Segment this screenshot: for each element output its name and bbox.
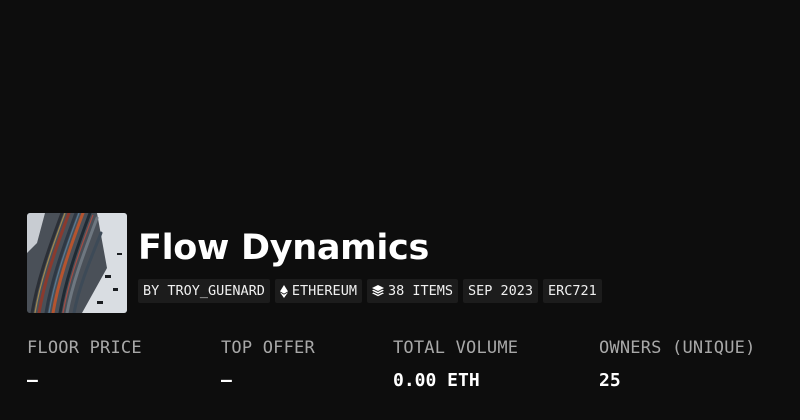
stat-top-offer-label: TOP OFFER <box>221 338 315 358</box>
aerial-cargo-yard-thumbnail <box>27 213 127 313</box>
chain-chip[interactable]: ETHEREUM <box>274 279 362 303</box>
collection-stats: FLOOR PRICE — TOP OFFER — TOTAL VOLUME 0… <box>27 338 787 398</box>
stat-total-volume-value: 0.00 ETH <box>393 370 480 391</box>
stat-floor-price-value: — <box>27 370 38 391</box>
stat-floor-price: FLOOR PRICE — <box>27 338 142 391</box>
collection-chips: BY TROY_GUENARD ETHEREUM 38 ITEMS SEP 20… <box>138 279 602 303</box>
collection-header: Flow Dynamics BY TROY_GUENARD ETHEREUM 3… <box>27 213 602 313</box>
creator-chip-label: BY TROY_GUENARD <box>143 283 265 299</box>
stat-total-volume-label: TOTAL VOLUME <box>393 338 519 358</box>
collection-title: Flow Dynamics <box>138 228 430 268</box>
stat-floor-price-label: FLOOR PRICE <box>27 338 142 358</box>
title-block: Flow Dynamics BY TROY_GUENARD ETHEREUM 3… <box>138 213 602 303</box>
chain-chip-label: ETHEREUM <box>291 283 357 299</box>
stat-owners: OWNERS (UNIQUE) 25 <box>599 338 756 391</box>
date-chip-label: SEP 2023 <box>467 283 534 299</box>
standard-chip: ERC721 <box>543 279 602 303</box>
creator-chip[interactable]: BY TROY_GUENARD <box>138 279 270 303</box>
items-chip[interactable]: 38 ITEMS <box>366 279 458 303</box>
ethereum-icon <box>279 284 288 298</box>
stat-owners-value: 25 <box>599 370 621 391</box>
stat-top-offer-value: — <box>221 370 232 391</box>
standard-chip-label: ERC721 <box>548 283 597 299</box>
collection-thumbnail[interactable] <box>27 213 127 313</box>
stat-top-offer: TOP OFFER — <box>221 338 315 391</box>
stat-total-volume: TOTAL VOLUME 0.00 ETH <box>393 338 518 391</box>
items-chip-label: 38 ITEMS <box>387 283 453 299</box>
layers-icon <box>371 285 384 297</box>
date-chip: SEP 2023 <box>462 279 539 303</box>
stat-owners-label: OWNERS (UNIQUE) <box>599 338 756 358</box>
